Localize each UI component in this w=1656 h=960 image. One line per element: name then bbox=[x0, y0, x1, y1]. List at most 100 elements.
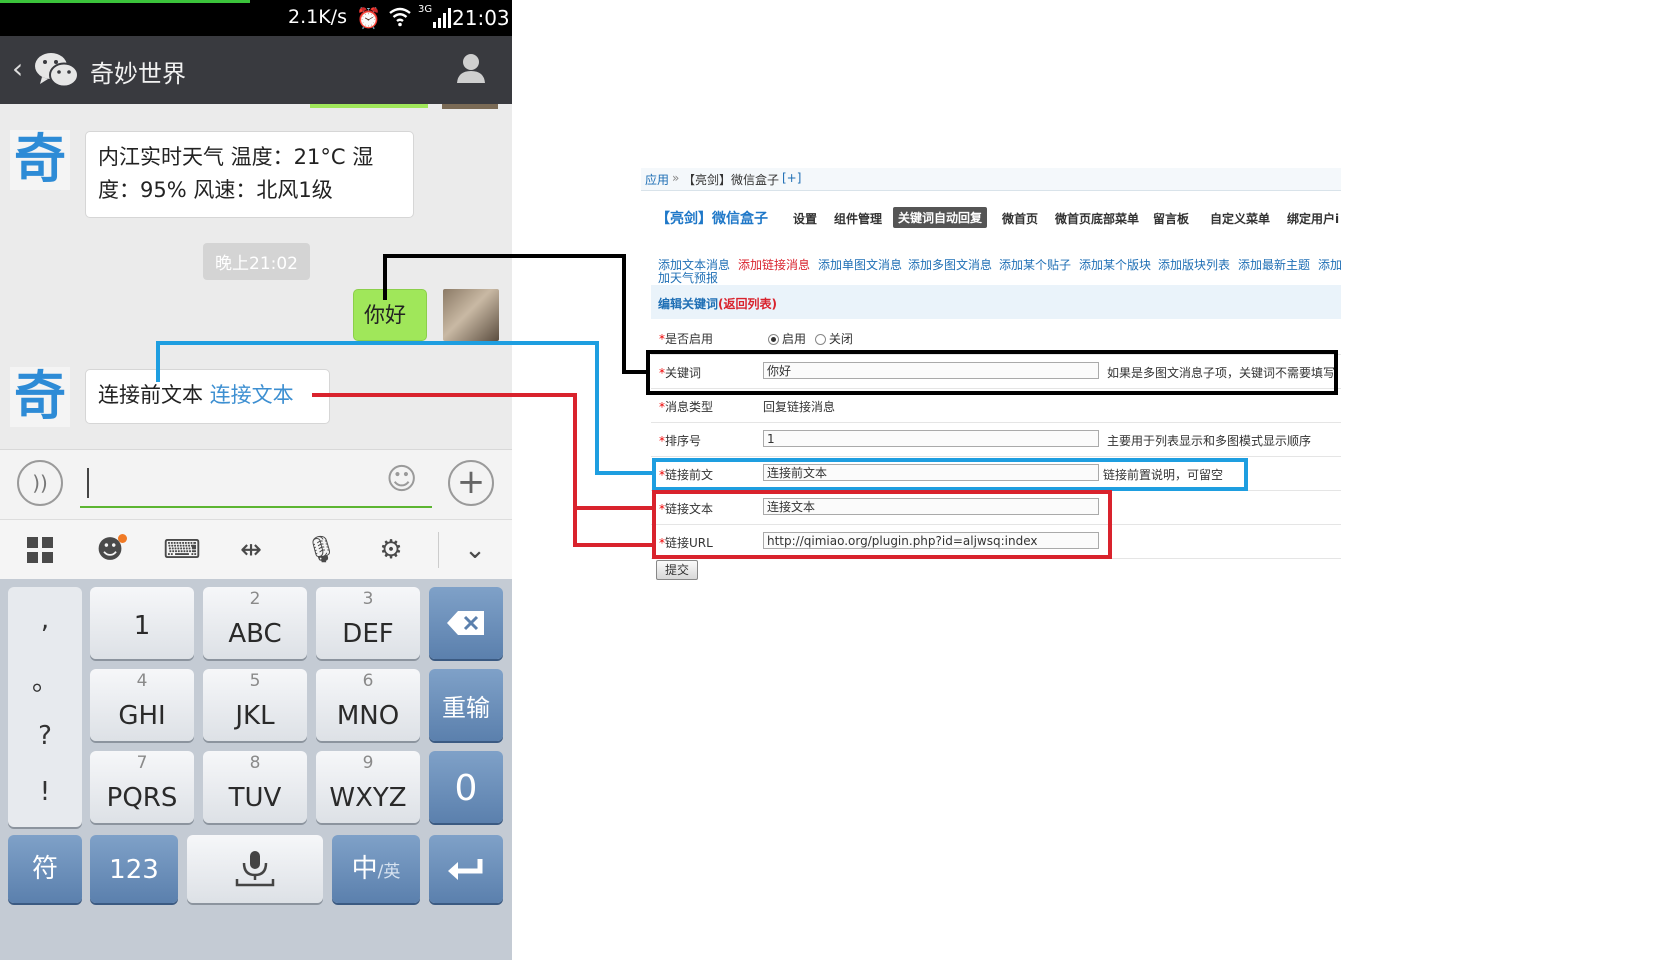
row-order: *排序号 1 主要用于列表显示和多图模式显示顺序 bbox=[651, 422, 1341, 457]
link-message-bubble: 连接前文本 连接文本 bbox=[85, 369, 330, 424]
user-avatar-cat[interactable] bbox=[443, 289, 499, 341]
previous-avatar-edge bbox=[442, 104, 498, 109]
sublink-add-more[interactable]: 添加 bbox=[1318, 256, 1341, 273]
row-enabled: *是否启用 启用 关闭 bbox=[651, 320, 1341, 355]
key-1[interactable]: 1 bbox=[90, 587, 194, 659]
keyword-label: *关键词 bbox=[659, 366, 702, 380]
keyword-input[interactable]: 你好 bbox=[763, 362, 1099, 379]
enabled-radio-group: 启用 关闭 bbox=[768, 330, 853, 347]
nav-home-footer-menu[interactable]: 微首页底部菜单 bbox=[1055, 210, 1139, 227]
previous-bubble-edge bbox=[310, 104, 428, 108]
phone-screenshot: 2.1K/s ⏰ 3G 21:03 ‹ 奇妙世界 奇 内江实时天气 温度：21°… bbox=[0, 0, 512, 960]
nav-micro-home[interactable]: 微首页 bbox=[1002, 210, 1038, 227]
submit-button[interactable]: 提交 bbox=[656, 560, 698, 580]
key-8-tuv[interactable]: 8 TUV bbox=[203, 751, 307, 823]
status-bar: 2.1K/s ⏰ 3G 21:03 bbox=[0, 0, 512, 36]
breadcrumb-plugin[interactable]: 【亮剑】微信盒子 bbox=[683, 171, 779, 188]
nav-custom-menu[interactable]: 自定义菜单 bbox=[1210, 210, 1270, 227]
plugin-name: 【亮剑】微信盒子 bbox=[656, 211, 768, 227]
message-input[interactable] bbox=[87, 468, 89, 498]
profile-icon[interactable] bbox=[456, 52, 486, 88]
back-chevron-icon[interactable]: ‹ bbox=[12, 52, 23, 85]
t9-keyboard: , 。 ? ! 1 2 ABC 3 DEF 4 GHI 5 JKL 6 MNO 重输 7P… bbox=[0, 579, 512, 960]
retype-key[interactable]: 重输 bbox=[429, 669, 503, 741]
link-text-input[interactable]: 连接文本 bbox=[763, 498, 1099, 515]
microphone-icon[interactable]: 🎙 bbox=[301, 530, 341, 570]
number-mode-key[interactable]: 123 bbox=[90, 835, 178, 903]
chat-titlebar: ‹ 奇妙世界 bbox=[0, 36, 512, 104]
key-4-ghi[interactable]: 4 GHI bbox=[90, 669, 194, 741]
sublink-add-single-news[interactable]: 添加单图文消息 bbox=[818, 256, 902, 273]
link-prefix-text: 连接前文本 bbox=[98, 383, 203, 407]
radio-enable[interactable] bbox=[768, 334, 779, 345]
symbol-period-key[interactable]: 。 bbox=[8, 661, 82, 698]
key-3-def[interactable]: 3 DEF bbox=[316, 587, 420, 659]
symbol-question-key[interactable]: ? bbox=[8, 721, 82, 751]
collapse-chevron-icon[interactable]: ⌄ bbox=[455, 530, 495, 570]
network-speed: 2.1K/s bbox=[288, 6, 347, 28]
keyboard-icon[interactable]: ⌨ bbox=[160, 530, 204, 570]
link-prefix-input[interactable]: 连接前文本 bbox=[763, 464, 1099, 481]
emoji-icon[interactable]: ☺ bbox=[386, 462, 417, 497]
key-2-abc[interactable]: 2 ABC bbox=[203, 587, 307, 659]
breadcrumb-separator: » bbox=[672, 171, 680, 185]
row-message-type: *消息类型 回复链接消息 bbox=[651, 388, 1341, 423]
symbol-exclaim-key[interactable]: ! bbox=[8, 777, 82, 807]
breadcrumb-add[interactable]: [+] bbox=[782, 171, 801, 185]
toolbar-divider bbox=[438, 532, 439, 568]
key-9-wxyz[interactable]: 9 WXYZ bbox=[316, 751, 420, 823]
breadcrumb-root[interactable]: 应用 bbox=[645, 171, 669, 188]
bot-avatar[interactable]: 奇 bbox=[10, 130, 70, 190]
voice-mode-icon[interactable]: )) bbox=[17, 460, 63, 506]
nav-message-board[interactable]: 留言板 bbox=[1153, 210, 1189, 227]
sublink-add-link[interactable]: 添加链接消息 bbox=[738, 256, 810, 273]
symbol-mode-key[interactable]: 符 bbox=[8, 835, 82, 903]
link-url-input[interactable]: http://qimiao.org/plugin.php?id=aljwsq:i… bbox=[763, 532, 1099, 549]
order-label: *排序号 bbox=[659, 434, 702, 448]
link-url-label: *链接URL bbox=[659, 536, 713, 550]
nav-components[interactable]: 组件管理 bbox=[834, 210, 882, 227]
chat-input-bar: )) ☺ + bbox=[0, 449, 512, 520]
cursor-move-icon[interactable]: ⇹ bbox=[231, 530, 271, 570]
time-chip: 晚上21:02 bbox=[203, 243, 310, 280]
sublink-add-weather[interactable]: 加天气预报 bbox=[658, 269, 718, 286]
language-switch-key[interactable]: 中/英 bbox=[332, 835, 420, 903]
sublink-add-forum-list[interactable]: 添加版块列表 bbox=[1158, 256, 1230, 273]
nav-bind-user[interactable]: 绑定用户i bbox=[1287, 210, 1339, 227]
back-to-list-link[interactable]: (返回列表) bbox=[718, 297, 777, 311]
sublink-add-multi-news[interactable]: 添加多图文消息 bbox=[908, 256, 992, 273]
sublink-add-latest[interactable]: 添加最新主题 bbox=[1238, 256, 1310, 273]
space-voice-key[interactable] bbox=[187, 835, 323, 903]
weather-message-bubble: 内江实时天气 温度：21°C 湿度：95% 风速：北风1级 bbox=[85, 131, 414, 218]
nav-keyword-reply[interactable]: 关键词自动回复 bbox=[893, 207, 988, 228]
row-link-url: *链接URL http://qimiao.org/plugin.php?id=a… bbox=[651, 524, 1341, 559]
enter-key[interactable] bbox=[429, 835, 503, 903]
key-7-pqrs[interactable]: 7 PQRS bbox=[90, 751, 194, 823]
key-0[interactable]: 0 bbox=[429, 751, 503, 823]
symbol-column: , 。 ? ! bbox=[8, 587, 82, 827]
keyword-hint: 如果是多图文消息子项，关键词不需要填写 bbox=[1107, 366, 1336, 380]
settings-gear-icon[interactable]: ⚙ bbox=[371, 530, 411, 570]
plus-icon[interactable]: + bbox=[448, 460, 494, 506]
message-type-label: *消息类型 bbox=[659, 400, 714, 414]
order-input[interactable]: 1 bbox=[763, 430, 1099, 447]
key-6-mno[interactable]: 6 MNO bbox=[316, 669, 420, 741]
link-prefix-hint: 链接前置说明，可留空 bbox=[1103, 468, 1224, 482]
grid-menu-icon[interactable] bbox=[20, 530, 60, 570]
network-type: 3G bbox=[418, 4, 433, 15]
row-link-text: *链接文本 连接文本 bbox=[651, 490, 1341, 525]
nav-settings[interactable]: 设置 bbox=[793, 210, 817, 227]
keyboard-toolbar: ☻ ⌨ ⇹ 🎙 ⚙ ⌄ bbox=[0, 519, 512, 580]
bot-avatar-2[interactable]: 奇 bbox=[10, 367, 70, 427]
key-5-jkl[interactable]: 5 JKL bbox=[203, 669, 307, 741]
backspace-key[interactable] bbox=[429, 587, 503, 659]
symbol-comma-key[interactable]: , bbox=[8, 605, 82, 635]
sublink-add-post[interactable]: 添加某个贴子 bbox=[999, 256, 1071, 273]
breadcrumb: 应用 » 【亮剑】微信盒子 [+] bbox=[641, 168, 1341, 191]
radio-disable[interactable] bbox=[814, 334, 826, 345]
emoji-keyboard-icon[interactable]: ☻ bbox=[90, 530, 130, 570]
admin-panel: 应用 » 【亮剑】微信盒子 [+] 【亮剑】微信盒子 设置 组件管理 关键词自动… bbox=[641, 168, 1341, 588]
link-text[interactable]: 连接文本 bbox=[210, 383, 294, 407]
sublink-add-forum[interactable]: 添加某个版块 bbox=[1079, 256, 1151, 273]
message-type-value: 回复链接消息 bbox=[763, 400, 836, 414]
